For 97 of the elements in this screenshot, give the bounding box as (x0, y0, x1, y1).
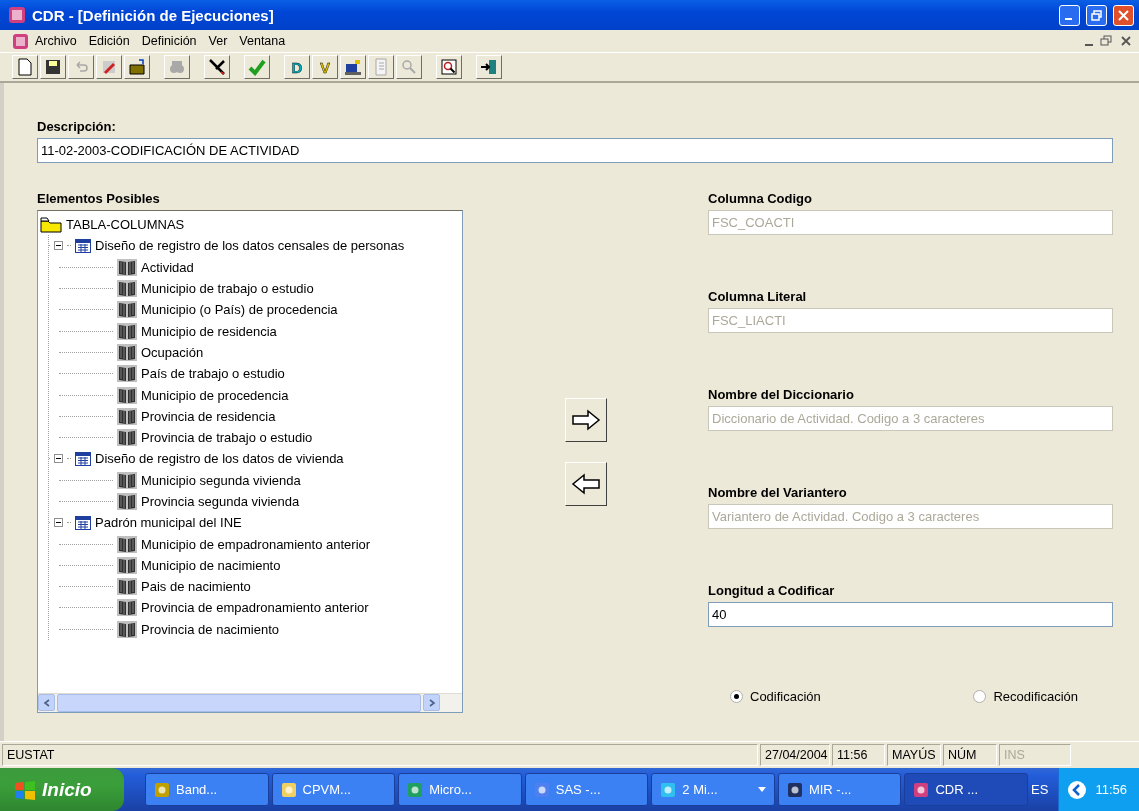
radio-option[interactable]: Recodificación (973, 689, 1078, 704)
book-icon (117, 365, 137, 383)
app-cube-icon (8, 6, 26, 24)
collapse-icon[interactable] (54, 518, 63, 528)
book-icon (117, 322, 137, 340)
tree-item[interactable]: Diseño de registro de los datos de vivienda (95, 451, 344, 467)
book-icon (117, 620, 137, 638)
tree-item[interactable]: Municipio de procedencia (141, 387, 289, 403)
caret-icon (757, 787, 766, 792)
taskbar-button[interactable]: 2 Mi... (651, 773, 775, 806)
chevron-left-icon (42, 698, 51, 707)
tree-item[interactable]: Municipio de trabajo o estudio (141, 281, 314, 297)
tree-item[interactable]: Padrón municipal del INE (95, 515, 242, 531)
table-icon (75, 238, 91, 253)
window-title: CDR - [Definición de Ejecuciones] (32, 6, 275, 24)
status-text: EUSTAT (2, 744, 758, 766)
arrow-right-icon (570, 409, 601, 431)
field-label: Descripción: (37, 119, 117, 134)
menu-item[interactable]: Archivo (29, 34, 83, 48)
book-icon (117, 578, 137, 596)
field-label: Columna Literal (708, 289, 808, 304)
field-label: Longitud a Codificar (708, 583, 836, 598)
tree-item[interactable]: Municipio de empadronamiento anterior (141, 536, 371, 552)
status-panel: NÚM (943, 744, 997, 766)
tree-heading: Elementos Posibles (37, 191, 161, 206)
status-panel: MAYÚS (887, 744, 941, 766)
table-icon (75, 515, 91, 530)
tree-item[interactable]: Ocupación (141, 344, 204, 360)
table-icon (75, 451, 91, 466)
tree-item[interactable]: Municipio (o País) de procedencia (141, 302, 338, 318)
tree-item[interactable]: Provincia de residencia (141, 408, 276, 424)
maximize-button[interactable] (1086, 4, 1107, 26)
taskbar-button[interactable]: CPVM... (271, 773, 396, 806)
close-icon[interactable] (1119, 34, 1133, 48)
book-icon (117, 599, 137, 617)
app-cube-icon (12, 32, 29, 50)
minimize-button[interactable] (1059, 4, 1080, 26)
minimize-icon (1064, 18, 1072, 20)
menu-item[interactable]: Definición (135, 34, 203, 48)
restore-icon (1091, 9, 1102, 21)
book-icon (117, 556, 137, 574)
book-icon (117, 386, 137, 404)
text-field[interactable]: 40 (708, 602, 1113, 627)
scroll-left-button[interactable] (38, 694, 55, 711)
book-icon (117, 343, 137, 361)
restore-icon[interactable] (1099, 34, 1113, 48)
tree-item[interactable]: Diseño de registro de los datos censales de personas (95, 238, 405, 254)
scroll-right-button[interactable] (423, 694, 440, 711)
chevron-right-icon (427, 698, 436, 707)
tree-item[interactable]: Pais de nacimiento (141, 579, 251, 595)
tree-item[interactable]: Provincia de nacimiento (141, 621, 280, 637)
remove-button[interactable] (564, 462, 607, 506)
tree-item[interactable]: Actividad (141, 259, 194, 275)
tree-item[interactable]: Provincia de empadronamiento anterior (141, 600, 369, 616)
tree-item[interactable]: País de trabajo o estudio (141, 366, 285, 382)
add-button[interactable] (564, 398, 607, 442)
book-icon (117, 535, 137, 553)
book-icon (117, 258, 137, 276)
close-button[interactable] (1113, 4, 1134, 26)
taskbar-button[interactable]: CDR ... (904, 773, 1029, 806)
taskbar-button[interactable]: Band... (145, 773, 269, 806)
windows-logo-icon (14, 779, 36, 800)
radio-option[interactable]: Codificación (730, 689, 821, 704)
book-icon (117, 301, 137, 319)
status-panel: 27/04/2004 (760, 744, 830, 766)
book-icon (117, 493, 137, 510)
status-panel: INS (999, 744, 1071, 766)
language-indicator[interactable]: ES (1031, 782, 1049, 797)
tree-item[interactable]: Provincia segunda vivienda (141, 494, 300, 509)
field-label: Nombre del Diccionario (708, 387, 855, 402)
description-field[interactable]: 11-02-2003-CODIFICACIÓN DE ACTIVIDAD (37, 138, 1113, 163)
book-icon (117, 407, 137, 425)
arrow-left-icon (570, 473, 601, 495)
taskbar-button[interactable]: Micro... (398, 773, 522, 806)
field-label: Columna Codigo (708, 191, 813, 206)
chevron-left-icon[interactable] (1067, 779, 1088, 800)
collapse-icon[interactable] (54, 454, 63, 464)
tree-item[interactable]: Municipio segunda vivienda (141, 472, 301, 488)
start-button[interactable]: Inicio (0, 768, 124, 811)
book-icon (117, 471, 137, 489)
tree-item[interactable]: TABLA-COLUMNAS (40, 214, 462, 236)
menu-item[interactable]: Ver (202, 34, 234, 48)
menu-item[interactable]: Edición (82, 34, 136, 48)
clock-time: 11:56 (1095, 782, 1127, 797)
scroll-thumb[interactable] (57, 694, 421, 712)
tree-item[interactable]: Municipio de nacimiento (141, 557, 281, 573)
menu-item[interactable]: Ventana (233, 34, 292, 48)
collapse-icon[interactable] (54, 241, 63, 251)
field-label: Nombre del Variantero (708, 485, 848, 500)
tree-item[interactable]: Provincia de trabajo o estudio (141, 430, 313, 446)
book-icon (117, 429, 137, 447)
close-icon (1118, 9, 1129, 21)
taskbar-button[interactable]: SAS -... (524, 773, 649, 806)
status-panel: 11:56 (832, 744, 885, 766)
taskbar-button[interactable]: MIR -... (777, 773, 902, 806)
book-icon (117, 280, 137, 298)
tree-item[interactable]: Municipio de residencia (141, 323, 277, 339)
